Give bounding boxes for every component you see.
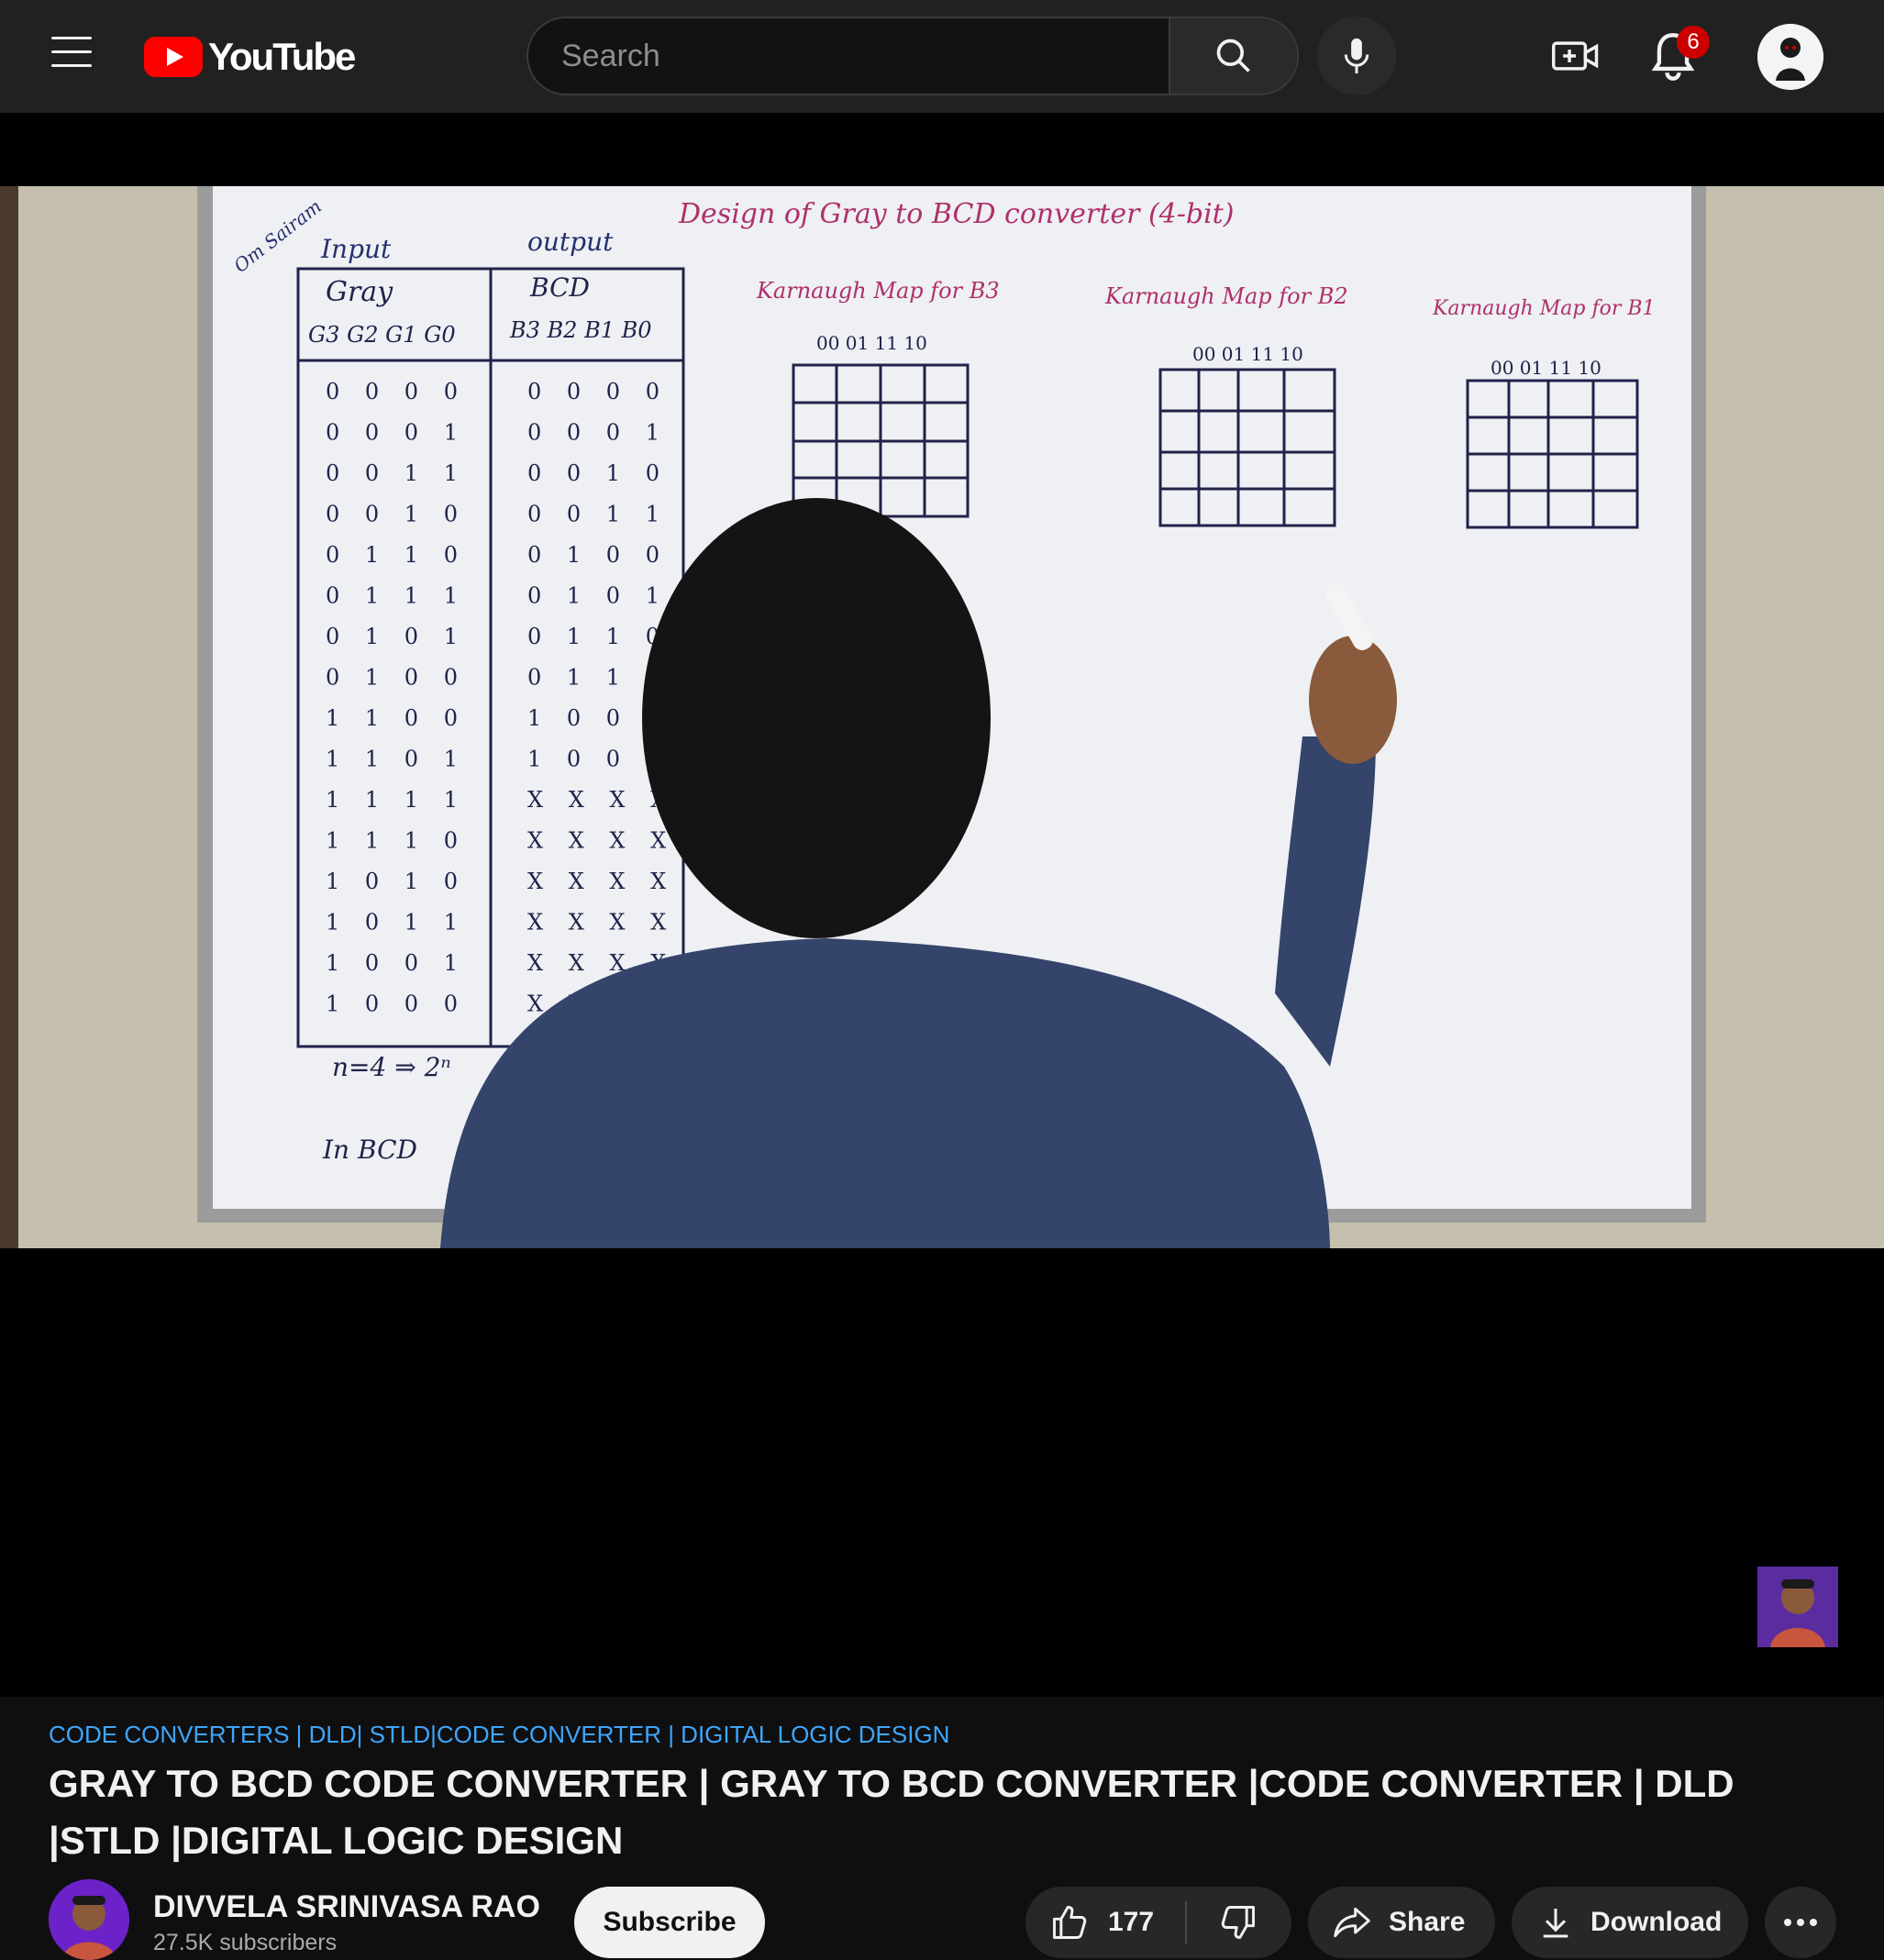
gray-row: 1 0 1 0	[326, 869, 467, 894]
video-frame[interactable]: Design of Gray to BCD converter (4-bit) …	[0, 186, 1884, 1248]
channel-watermark[interactable]	[1757, 1567, 1838, 1647]
video-title: GRAY TO BCD CODE CONVERTER | GRAY TO BCD…	[49, 1762, 1734, 1862]
like-dislike-group: 177	[1025, 1887, 1291, 1958]
bcd-row: X X X X	[527, 869, 675, 894]
gray-row: 1 0 0 1	[326, 950, 467, 976]
mic-icon	[1344, 38, 1369, 74]
kmap-b1-cols: 00 01 11 10	[1491, 357, 1601, 379]
kmap-b1-label: Karnaugh Map for B1	[1432, 297, 1656, 320]
search-input[interactable]	[528, 18, 1172, 94]
share-icon	[1334, 1907, 1370, 1938]
masthead: YouTube 6	[0, 0, 1884, 113]
gray-row: 0 1 0 1	[326, 624, 467, 649]
bcd-row: X X X X	[527, 910, 675, 936]
like-button[interactable]: 177	[1025, 1887, 1185, 1958]
share-button[interactable]: Share	[1308, 1887, 1495, 1958]
dislike-button[interactable]	[1187, 1887, 1290, 1958]
bcd-row: 0 1 1 0	[527, 624, 669, 649]
gray-row: 0 1 1 0	[326, 542, 467, 568]
gray-row: 1 1 0 1	[326, 747, 467, 772]
gray-row: 1 0 1 1	[326, 910, 467, 936]
gray-row: 0 1 0 0	[326, 665, 467, 691]
like-icon	[1053, 1906, 1087, 1939]
logo-text: YouTube	[208, 35, 356, 78]
video-player[interactable]: Design of Gray to BCD converter (4-bit) …	[0, 113, 1884, 1697]
board-note-1: n=4 ⇒ 2ⁿ	[332, 1052, 451, 1082]
more-icon	[1784, 1919, 1817, 1926]
gray-row: 0 0 0 0	[326, 379, 467, 404]
account-avatar[interactable]	[1757, 24, 1823, 90]
gray-row: 0 1 1 1	[326, 583, 467, 609]
create-button[interactable]	[1550, 33, 1601, 79]
gray-row: 0 0 0 1	[326, 420, 467, 446]
video-hashtags[interactable]: CODE CONVERTERS | DLD| STLD|CODE CONVERT…	[49, 1721, 949, 1749]
gray-row: 1 0 0 0	[326, 991, 467, 1017]
bcd-headers: B3 B2 B1 B0	[509, 317, 652, 343]
download-button[interactable]: Download	[1512, 1887, 1748, 1958]
voice-search-button[interactable]	[1317, 17, 1396, 95]
board-title: Design of Gray to BCD converter (4-bit)	[678, 198, 1234, 230]
bcd-row: 0 1 0 1	[527, 583, 669, 609]
bcd-row: 0 0 0 0	[527, 379, 669, 404]
subscribe-button[interactable]: Subscribe	[574, 1887, 765, 1958]
dislike-icon	[1221, 1906, 1255, 1939]
whiteboard-scene: Design of Gray to BCD converter (4-bit) …	[0, 186, 1884, 1248]
subscriber-count: 27.5K subscribers	[153, 1930, 338, 1955]
like-count: 177	[1108, 1907, 1155, 1937]
share-label: Share	[1389, 1907, 1466, 1937]
board-note-2: In BCD	[322, 1135, 417, 1165]
gray-row: 1 1 1 1	[326, 787, 467, 813]
channel-name[interactable]: DIVVELA SRINIVASA RAO	[153, 1889, 540, 1925]
bcd-row: 0 0 1 0	[527, 460, 669, 486]
gray-label: Gray	[326, 276, 393, 308]
notification-badge: 6	[1677, 26, 1710, 59]
bcd-row: X X X X	[527, 828, 675, 854]
create-icon	[1552, 41, 1599, 71]
youtube-logo-icon	[144, 37, 203, 77]
gray-row: 0 0 1 0	[326, 502, 467, 527]
bcd-row: 0 0 1 1	[527, 502, 669, 527]
more-actions-button[interactable]	[1765, 1887, 1836, 1958]
gray-headers: G3 G2 G1 G0	[308, 322, 456, 348]
search-box	[526, 17, 1299, 95]
kmap-b3-label: Karnaugh Map for B3	[756, 278, 1000, 304]
bcd-row: 0 0 0 1	[527, 420, 669, 446]
menu-icon[interactable]	[51, 37, 92, 68]
gray-row: 1 1 0 0	[326, 705, 467, 731]
bcd-row: 0 1 0 0	[527, 542, 669, 568]
search-icon	[1216, 39, 1250, 72]
download-label: Download	[1590, 1907, 1723, 1937]
input-label: Input	[320, 234, 392, 264]
output-label: output	[527, 227, 614, 257]
youtube-logo[interactable]: YouTube	[144, 35, 356, 78]
search-button[interactable]	[1169, 18, 1297, 94]
bcd-label: BCD	[529, 272, 590, 303]
kmap-b3-cols: 00 01 11 10	[816, 332, 927, 354]
kmap-b2-label: Karnaugh Map for B2	[1104, 283, 1348, 309]
download-icon	[1543, 1909, 1568, 1938]
gray-row: 1 1 1 0	[326, 828, 467, 854]
gray-row: 0 0 1 1	[326, 460, 467, 486]
channel-avatar[interactable]	[49, 1879, 129, 1960]
kmap-b2-cols: 00 01 11 10	[1192, 343, 1303, 365]
